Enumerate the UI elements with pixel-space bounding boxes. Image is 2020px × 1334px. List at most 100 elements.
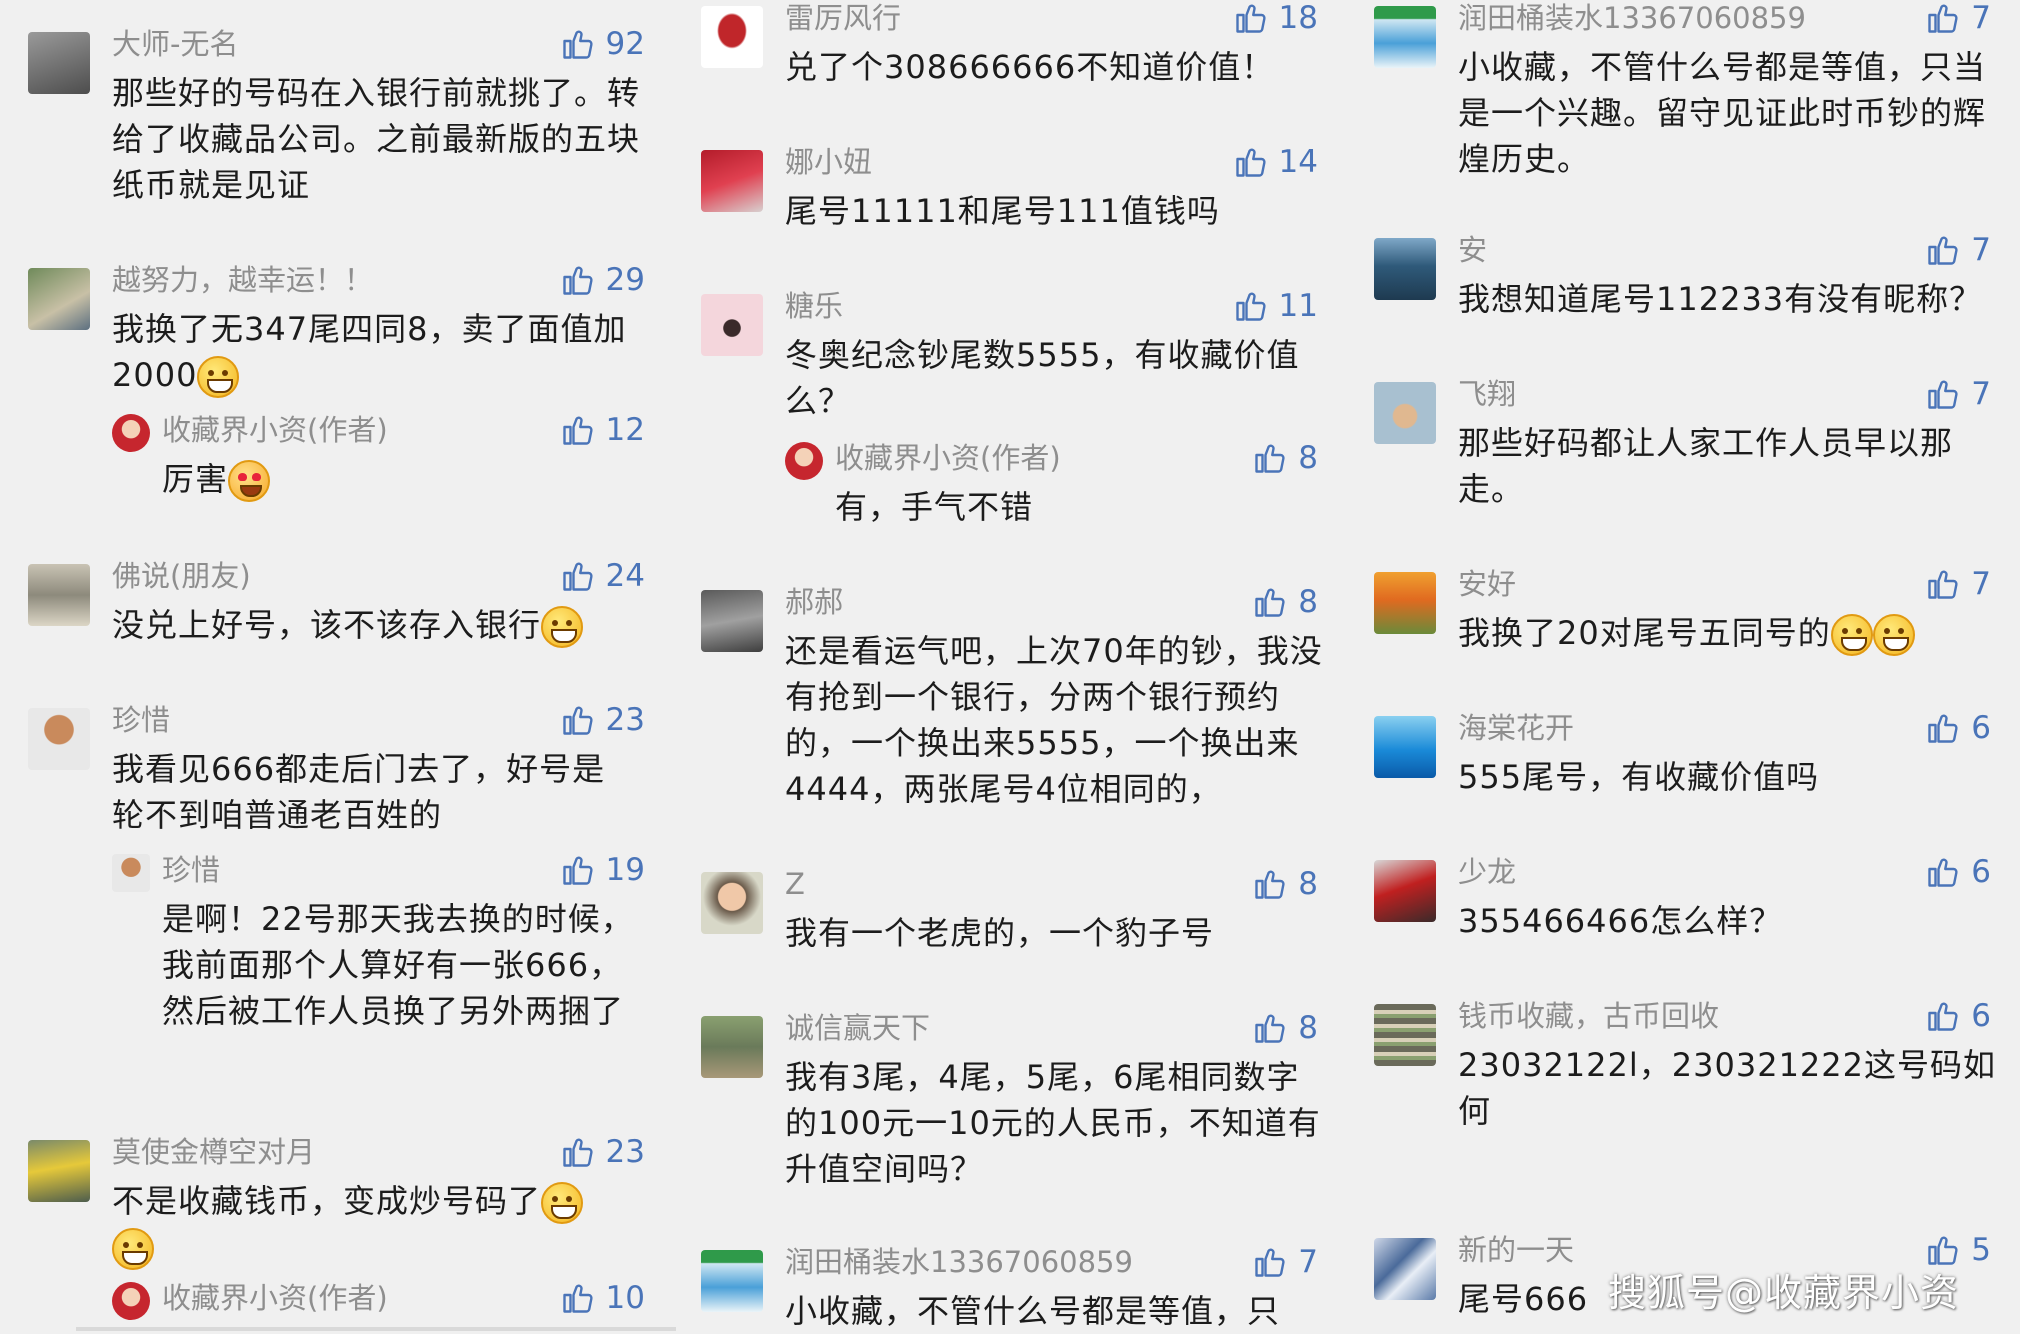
commenter-name[interactable]: 安好 <box>1458 566 1516 602</box>
like-button[interactable]: 18 <box>1233 0 1318 38</box>
like-button[interactable]: 7 <box>1252 1242 1318 1282</box>
commenter-name[interactable]: 润田桶装水13367060859 <box>785 1244 1133 1280</box>
commenter-name[interactable]: 佛说(朋友) <box>112 558 251 594</box>
commenter-name[interactable]: 新的一天 <box>1458 1232 1574 1268</box>
avatar[interactable] <box>28 708 90 770</box>
commenter-name[interactable]: 糖乐 <box>785 288 843 324</box>
like-button[interactable]: 7 <box>1925 230 1991 270</box>
like-count: 12 <box>605 412 645 448</box>
avatar[interactable] <box>28 32 90 94</box>
comment-text: 我换了20对尾号五同号的 <box>1458 610 1998 656</box>
like-button[interactable]: 12 <box>560 410 645 450</box>
commenter-name[interactable]: Z <box>785 866 805 902</box>
comment-text: 我想知道尾号112233有没有昵称？ <box>1458 280 1983 318</box>
like-button[interactable]: 7 <box>1925 0 1991 38</box>
avatar[interactable] <box>1374 382 1436 444</box>
like-count: 7 <box>1971 376 1991 412</box>
avatar[interactable] <box>28 564 90 626</box>
avatar[interactable] <box>1374 238 1436 300</box>
commenter-name[interactable]: 雷厉风行 <box>785 0 901 36</box>
comment-text-body: 没兑上好号，该不该存入银行 <box>112 606 542 644</box>
avatar[interactable] <box>28 268 90 330</box>
commenter-name[interactable]: 飞翔 <box>1458 376 1516 412</box>
comment-column-2: 雷厉风行 18 兑了个308666666不知道价值！ 娜小妞 14 尾号1111… <box>673 0 1346 1332</box>
avatar[interactable] <box>701 590 763 652</box>
avatar[interactable] <box>1374 1004 1436 1066</box>
like-button[interactable]: 11 <box>1233 286 1318 326</box>
comment-item: 糖乐 11 冬奥纪念钞尾数5555，有收藏价值么？ <box>673 284 1346 420</box>
comment-text: 没兑上好号，该不该存入银行 <box>112 602 652 648</box>
like-button[interactable]: 8 <box>1252 1008 1318 1048</box>
comment-text: 小收藏，不管什么号都是等值，只 <box>785 1292 1281 1330</box>
avatar[interactable] <box>1374 572 1436 634</box>
like-button[interactable]: 6 <box>1925 852 1991 892</box>
comment-text: 那些好的号码在入银行前就挑了。转给了收藏品公司。之前最新版的五块纸币就是见证 <box>112 74 641 204</box>
like-button[interactable]: 7 <box>1925 374 1991 414</box>
commenter-name[interactable]: 大师-无名 <box>112 26 238 62</box>
like-button[interactable]: 24 <box>560 556 645 596</box>
comment-item: Z 8 我有一个老虎的，一个豹子号 <box>673 862 1346 972</box>
thumbs-up-icon <box>1928 858 1958 887</box>
commenter-name[interactable]: 娜小妞 <box>785 144 872 180</box>
avatar[interactable] <box>1374 1238 1436 1300</box>
avatar[interactable] <box>1374 6 1436 68</box>
commenter-name[interactable]: 收藏界小资(作者) <box>162 1280 388 1316</box>
avatar[interactable] <box>1374 860 1436 922</box>
like-count: 19 <box>605 852 645 888</box>
like-button[interactable]: 8 <box>1252 864 1318 904</box>
avatar[interactable] <box>701 1250 763 1312</box>
comment-text: 我换了无347尾四同8，卖了面值加2000 <box>112 306 652 398</box>
avatar[interactable] <box>701 1016 763 1078</box>
like-button[interactable]: 6 <box>1925 996 1991 1036</box>
commenter-name[interactable]: 越努力，越幸运！！ <box>112 262 373 298</box>
divider <box>76 1327 676 1331</box>
comment-text: 还是看运气吧，上次70年的钞，我没有抢到一个银行，分两个银行预约的，一个换出来5… <box>785 632 1323 808</box>
thumbs-up-icon <box>562 416 593 445</box>
avatar[interactable] <box>28 1140 90 1202</box>
like-button[interactable]: 8 <box>1252 582 1318 622</box>
reply-item: 珍惜 19 是啊！22号那天我去换的时候，我前面那个人算好有一张666，然后被工… <box>0 848 673 1078</box>
like-button[interactable]: 29 <box>560 260 645 300</box>
author-avatar[interactable] <box>112 414 150 452</box>
commenter-name[interactable]: 少龙 <box>1458 854 1516 890</box>
thumbs-up-icon <box>1255 444 1285 473</box>
commenter-name[interactable]: 珍惜 <box>162 852 220 888</box>
avatar[interactable] <box>701 872 763 934</box>
like-count: 23 <box>605 1134 645 1170</box>
commenter-name[interactable]: 收藏界小资(作者) <box>162 412 388 448</box>
commenter-name[interactable]: 钱币收藏，古币回收 <box>1458 998 1719 1034</box>
like-button[interactable]: 92 <box>560 24 645 64</box>
commenter-name[interactable]: 珍惜 <box>112 702 170 738</box>
like-button[interactable]: 7 <box>1925 564 1991 604</box>
like-button[interactable]: 14 <box>1233 142 1318 182</box>
like-button[interactable]: 23 <box>560 1132 645 1172</box>
author-avatar[interactable] <box>112 1282 150 1320</box>
like-button[interactable]: 8 <box>1252 438 1318 478</box>
commenter-name[interactable]: 润田桶装水13367060859 <box>1458 0 1806 36</box>
commenter-name[interactable]: 海棠花开 <box>1458 710 1574 746</box>
comment-item: 雷厉风行 18 兑了个308666666不知道价值！ <box>673 0 1346 106</box>
like-count: 23 <box>605 702 645 738</box>
comment-text: 我有一个老虎的，一个豹子号 <box>785 914 1215 952</box>
like-count: 92 <box>605 26 645 62</box>
avatar[interactable] <box>701 294 763 356</box>
comment-item: 润田桶装水13367060859 7 小收藏，不管什么号都是等值，只当是一个兴趣… <box>1346 0 2019 186</box>
like-count: 8 <box>1298 1010 1318 1046</box>
commenter-name[interactable]: 诚信赢天下 <box>785 1010 930 1046</box>
like-button[interactable]: 19 <box>560 850 645 890</box>
commenter-name[interactable]: 莫使金樽空对月 <box>112 1134 315 1170</box>
commenter-name[interactable]: 收藏界小资(作者) <box>835 440 1061 476</box>
like-button[interactable]: 6 <box>1925 708 1991 748</box>
like-button[interactable]: 23 <box>560 700 645 740</box>
comment-item: 莫使金樽空对月 23 不是收藏钱币，变成炒号码了 <box>0 1130 673 1270</box>
like-button[interactable]: 10 <box>560 1278 645 1318</box>
like-count: 11 <box>1278 288 1318 324</box>
avatar[interactable] <box>701 6 763 68</box>
author-avatar[interactable] <box>785 442 823 480</box>
thumbs-up-icon <box>1255 588 1285 617</box>
avatar[interactable] <box>1374 716 1436 778</box>
commenter-name[interactable]: 郝郝 <box>785 584 843 620</box>
avatar[interactable] <box>701 150 763 212</box>
commenter-name[interactable]: 安 <box>1458 232 1487 268</box>
avatar[interactable] <box>112 854 150 892</box>
